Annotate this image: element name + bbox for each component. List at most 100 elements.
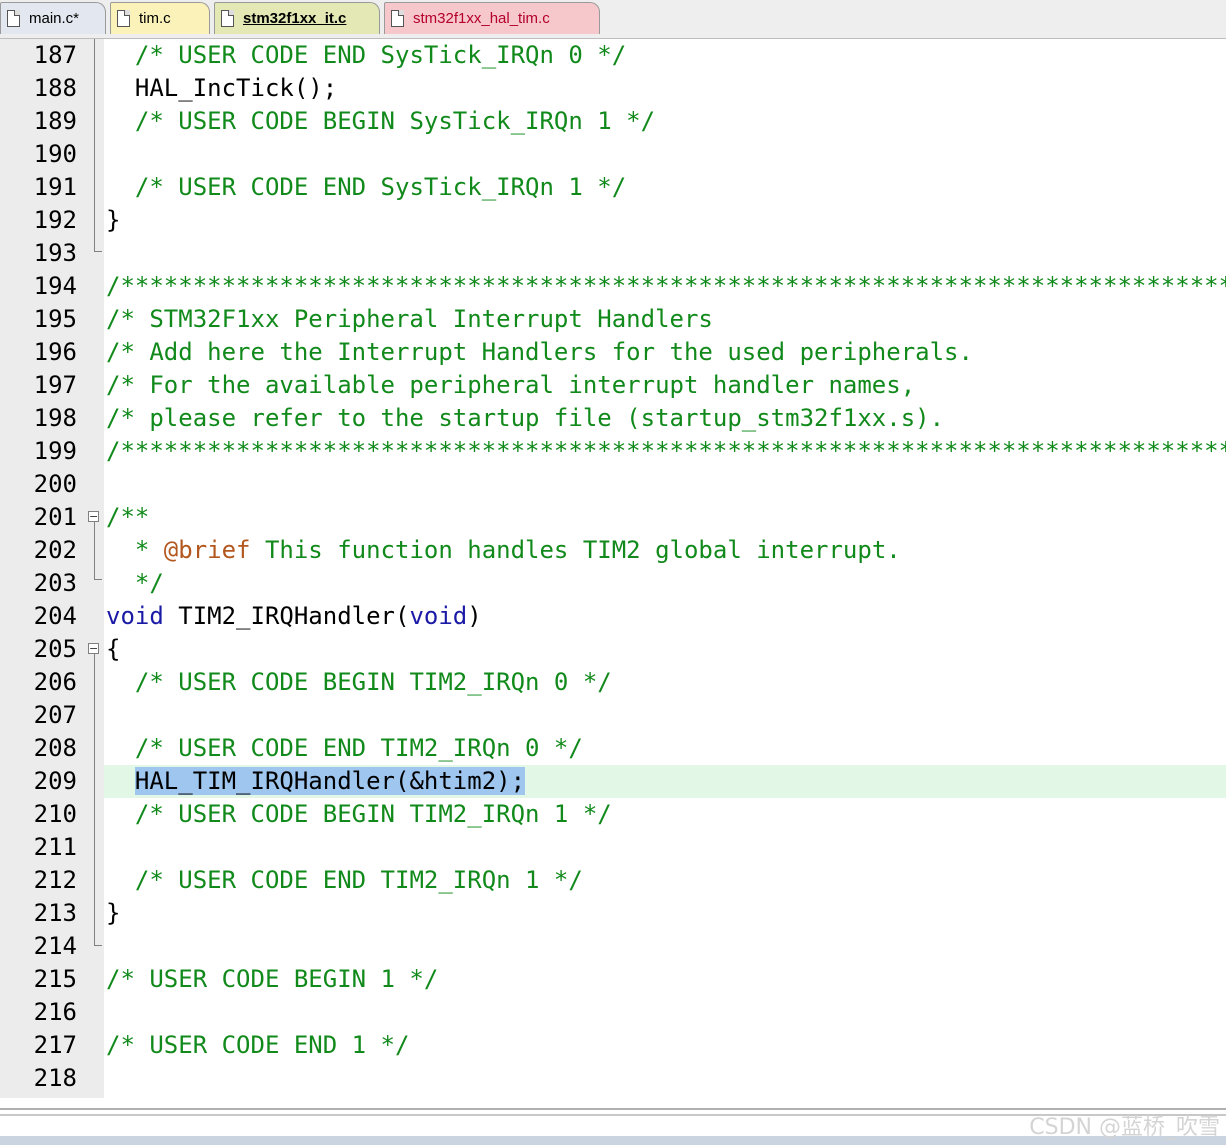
tab-stm32f1xx-it-c[interactable]: stm32f1xx_it.c — [214, 2, 380, 34]
line-number: 204 — [33, 602, 77, 630]
code-editor[interactable]: 187 /* USER CODE END SysTick_IRQn 0 */18… — [0, 39, 1226, 1098]
code-line[interactable]: 206 /* USER CODE BEGIN TIM2_IRQn 0 */ — [0, 666, 1226, 699]
line-number: 198 — [33, 404, 77, 432]
line-number: 195 — [33, 305, 77, 333]
code-text[interactable]: /* USER CODE BEGIN TIM2_IRQn 1 */ — [106, 798, 612, 831]
code-line[interactable]: 197 /* For the available peripheral inter… — [0, 369, 1226, 402]
code-text[interactable]: /** — [106, 501, 149, 534]
code-line[interactable]: 212 /* USER CODE END TIM2_IRQn 1 */ — [0, 864, 1226, 897]
code-text[interactable]: HAL_IncTick(); — [106, 72, 337, 105]
tab-label: tim.c — [139, 10, 171, 27]
line-number: 196 — [33, 338, 77, 366]
line-number: 193 — [33, 239, 77, 267]
line-number: 217 — [33, 1031, 77, 1059]
status-area: CSDN @蓝桥_吹雪 — [0, 1099, 1226, 1145]
code-text[interactable]: { — [106, 633, 120, 666]
line-number: 218 — [33, 1064, 77, 1092]
tab-label: stm32f1xx_hal_tim.c — [413, 10, 550, 27]
code-text[interactable]: } — [106, 204, 120, 237]
code-line[interactable]: 200 — [0, 468, 1226, 501]
code-text[interactable]: /* Add here the Interrupt Handlers for t… — [106, 336, 973, 369]
fold-guide — [94, 654, 95, 945]
code-line[interactable]: 189 /* USER CODE BEGIN SysTick_IRQn 1 */ — [0, 105, 1226, 138]
code-line[interactable]: 213} — [0, 897, 1226, 930]
line-number: 205 — [33, 635, 77, 663]
code-text[interactable]: HAL_TIM_IRQHandler(&htim2); — [106, 765, 526, 798]
fold-guide — [94, 39, 95, 218]
code-line[interactable]: 203 */ — [0, 567, 1226, 600]
code-line[interactable]: 210 /* USER CODE BEGIN TIM2_IRQn 1 */ — [0, 798, 1226, 831]
code-text[interactable]: * @brief This function handles TIM2 glob… — [106, 534, 901, 567]
fold-end-marker — [94, 251, 102, 252]
line-number: 216 — [33, 998, 77, 1026]
code-text[interactable]: /* For the available peripheral interrup… — [106, 369, 915, 402]
line-number: 208 — [33, 734, 77, 762]
code-line[interactable]: 198 /* please refer to the startup file (… — [0, 402, 1226, 435]
tab-bar: main.c* tim.c stm32f1xx_it.c stm32f1xx_h… — [0, 0, 1226, 39]
tab-tim-c[interactable]: tim.c — [110, 2, 210, 34]
code-line[interactable]: 194 /************************************… — [0, 270, 1226, 303]
fold-collapse-icon[interactable]: − — [88, 643, 99, 654]
file-icon — [7, 10, 20, 27]
code-line[interactable]: 201 /** — [0, 501, 1226, 534]
code-text[interactable]: /* USER CODE END 1 */ — [106, 1029, 409, 1062]
code-line[interactable]: 215 /* USER CODE BEGIN 1 */ — [0, 963, 1226, 996]
file-icon — [391, 10, 404, 27]
code-text[interactable]: /* USER CODE END SysTick_IRQn 1 */ — [106, 171, 626, 204]
code-line[interactable]: 216 — [0, 996, 1226, 1029]
line-number: 210 — [33, 800, 77, 828]
code-line[interactable]: 187 /* USER CODE END SysTick_IRQn 0 */ — [0, 39, 1226, 72]
code-line[interactable]: 208 /* USER CODE END TIM2_IRQn 0 */ — [0, 732, 1226, 765]
code-text[interactable]: */ — [106, 567, 164, 600]
code-line[interactable]: 217 /* USER CODE END 1 */ — [0, 1029, 1226, 1062]
code-line[interactable]: 218 — [0, 1062, 1226, 1095]
code-text[interactable]: /* please refer to the startup file (sta… — [106, 402, 944, 435]
code-text[interactable]: /* USER CODE END TIM2_IRQn 1 */ — [106, 864, 583, 897]
code-text[interactable]: void TIM2_IRQHandler(void) — [106, 600, 482, 633]
line-number: 190 — [33, 140, 77, 168]
code-line[interactable]: 202 * @brief This function handles TIM2 … — [0, 534, 1226, 567]
fold-end-marker — [94, 945, 102, 946]
code-text[interactable]: /* USER CODE BEGIN 1 */ — [106, 963, 438, 996]
code-line[interactable]: 190 — [0, 138, 1226, 171]
code-line[interactable]: 199 /************************************… — [0, 435, 1226, 468]
line-number: 188 — [33, 74, 77, 102]
code-text[interactable]: /* STM32F1xx Peripheral Interrupt Handle… — [106, 303, 713, 336]
code-line[interactable]: 195 /* STM32F1xx Peripheral Interrupt Han… — [0, 303, 1226, 336]
line-number: 200 — [33, 470, 77, 498]
line-number: 192 — [33, 206, 77, 234]
fold-collapse-icon[interactable]: − — [88, 511, 99, 522]
code-text[interactable]: /* USER CODE END SysTick_IRQn 0 */ — [106, 39, 626, 72]
code-line[interactable]: 209 HAL_TIM_IRQHandler(&htim2); — [0, 765, 1226, 798]
code-text[interactable]: } — [106, 897, 120, 930]
line-number: 212 — [33, 866, 77, 894]
code-line[interactable]: 192} — [0, 204, 1226, 237]
code-line[interactable]: 193 — [0, 237, 1226, 270]
line-number: 202 — [33, 536, 77, 564]
code-line[interactable]: 211 — [0, 831, 1226, 864]
code-line[interactable]: 204 void TIM2_IRQHandler(void) — [0, 600, 1226, 633]
text-selection: HAL_TIM_IRQHandler(&htim2); — [134, 767, 526, 795]
code-text[interactable]: /* USER CODE END TIM2_IRQn 0 */ — [106, 732, 583, 765]
line-number: 214 — [33, 932, 77, 960]
tab-stm32f1xx-hal-tim-c[interactable]: stm32f1xx_hal_tim.c — [384, 2, 600, 34]
line-number: 211 — [33, 833, 77, 861]
code-line[interactable]: 196 /* Add here the Interrupt Handlers fo… — [0, 336, 1226, 369]
line-number: 213 — [33, 899, 77, 927]
fold-guide — [94, 218, 95, 251]
code-text[interactable]: /***************************************… — [106, 435, 1226, 468]
code-line[interactable]: 207 — [0, 699, 1226, 732]
tab-main-c[interactable]: main.c* — [0, 2, 106, 34]
line-number: 201 — [33, 503, 77, 531]
code-text[interactable]: /* USER CODE BEGIN TIM2_IRQn 0 */ — [106, 666, 612, 699]
line-number: 197 — [33, 371, 77, 399]
code-line[interactable]: 188 HAL_IncTick(); — [0, 72, 1226, 105]
code-text[interactable]: /***************************************… — [106, 270, 1226, 303]
code-line[interactable]: 205 { — [0, 633, 1226, 666]
file-icon — [221, 10, 234, 27]
code-text[interactable]: /* USER CODE BEGIN SysTick_IRQn 1 */ — [106, 105, 655, 138]
line-number: 215 — [33, 965, 77, 993]
code-line[interactable]: 214 — [0, 930, 1226, 963]
file-icon — [117, 10, 130, 27]
code-line[interactable]: 191 /* USER CODE END SysTick_IRQn 1 */ — [0, 171, 1226, 204]
